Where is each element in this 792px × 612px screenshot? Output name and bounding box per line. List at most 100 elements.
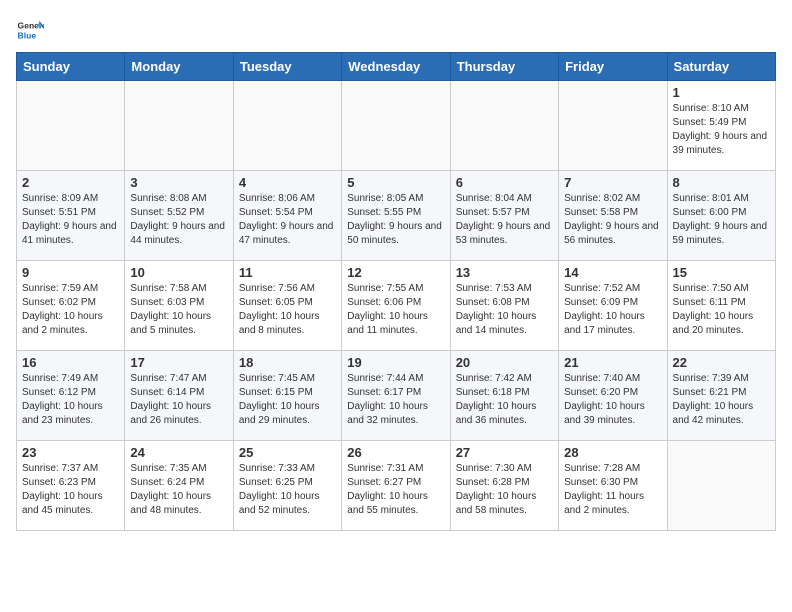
day-number: 12 bbox=[347, 265, 444, 280]
week-row-1: 1 Sunrise: 8:10 AM Sunset: 5:49 PM Daylig… bbox=[17, 81, 776, 171]
calendar-cell: 24Sunrise: 7:35 AM Sunset: 6:24 PM Dayli… bbox=[125, 441, 233, 531]
day-number: 3 bbox=[130, 175, 227, 190]
calendar-cell: 10 Sunrise: 7:58 AM Sunset: 6:03 PM Dayli… bbox=[125, 261, 233, 351]
week-row-3: 9 Sunrise: 7:59 AM Sunset: 6:02 PM Daylig… bbox=[17, 261, 776, 351]
calendar-cell: 27 Sunrise: 7:30 AM Sunset: 6:28 PM Dayli… bbox=[450, 441, 558, 531]
calendar-cell: 25 Sunrise: 7:33 AM Sunset: 6:25 PM Dayli… bbox=[233, 441, 341, 531]
day-info: Sunrise: 8:06 AM Sunset: 5:54 PM Dayligh… bbox=[239, 192, 336, 248]
day-number: 28 bbox=[564, 445, 661, 460]
day-number: 18 bbox=[239, 355, 336, 370]
day-info: Sunrise: 7:44 AM Sunset: 6:17 PM Dayligh… bbox=[347, 372, 444, 428]
day-info: Sunrise: 7:52 AM Sunset: 6:09 PM Dayligh… bbox=[564, 282, 661, 338]
day-number: 1 bbox=[673, 85, 770, 100]
day-number: 7 bbox=[564, 175, 661, 190]
logo: General Blue bbox=[16, 16, 44, 44]
day-number: 26 bbox=[347, 445, 444, 460]
day-header-friday: Friday bbox=[559, 53, 667, 81]
day-number: 9 bbox=[22, 265, 119, 280]
day-info: Sunrise: 7:40 AM Sunset: 6:20 PM Dayligh… bbox=[564, 372, 661, 428]
calendar-cell: 17Sunrise: 7:47 AM Sunset: 6:14 PM Dayli… bbox=[125, 351, 233, 441]
day-info: Sunrise: 7:50 AM Sunset: 6:11 PM Dayligh… bbox=[673, 282, 770, 338]
week-row-4: 16Sunrise: 7:49 AM Sunset: 6:12 PM Dayli… bbox=[17, 351, 776, 441]
day-number: 25 bbox=[239, 445, 336, 460]
calendar-cell bbox=[17, 81, 125, 171]
day-number: 5 bbox=[347, 175, 444, 190]
day-number: 19 bbox=[347, 355, 444, 370]
day-number: 15 bbox=[673, 265, 770, 280]
day-info: Sunrise: 8:09 AM Sunset: 5:51 PM Dayligh… bbox=[22, 192, 119, 248]
calendar-cell bbox=[450, 81, 558, 171]
day-info: Sunrise: 8:10 AM Sunset: 5:49 PM Dayligh… bbox=[673, 102, 770, 158]
day-number: 27 bbox=[456, 445, 553, 460]
day-info: Sunrise: 8:04 AM Sunset: 5:57 PM Dayligh… bbox=[456, 192, 553, 248]
calendar-cell: 4 Sunrise: 8:06 AM Sunset: 5:54 PM Daylig… bbox=[233, 171, 341, 261]
day-number: 11 bbox=[239, 265, 336, 280]
day-number: 23 bbox=[22, 445, 119, 460]
day-header-wednesday: Wednesday bbox=[342, 53, 450, 81]
day-header-tuesday: Tuesday bbox=[233, 53, 341, 81]
day-info: Sunrise: 7:53 AM Sunset: 6:08 PM Dayligh… bbox=[456, 282, 553, 338]
day-info: Sunrise: 7:37 AM Sunset: 6:23 PM Dayligh… bbox=[22, 462, 119, 518]
day-header-thursday: Thursday bbox=[450, 53, 558, 81]
day-number: 16 bbox=[22, 355, 119, 370]
calendar-cell: 21 Sunrise: 7:40 AM Sunset: 6:20 PM Dayli… bbox=[559, 351, 667, 441]
day-number: 6 bbox=[456, 175, 553, 190]
calendar-cell: 23 Sunrise: 7:37 AM Sunset: 6:23 PM Dayli… bbox=[17, 441, 125, 531]
day-number: 4 bbox=[239, 175, 336, 190]
calendar-cell: 3Sunrise: 8:08 AM Sunset: 5:52 PM Daylig… bbox=[125, 171, 233, 261]
day-number: 2 bbox=[22, 175, 119, 190]
calendar-cell bbox=[233, 81, 341, 171]
calendar-cell: 13 Sunrise: 7:53 AM Sunset: 6:08 PM Dayli… bbox=[450, 261, 558, 351]
day-number: 8 bbox=[673, 175, 770, 190]
calendar-cell: 2 Sunrise: 8:09 AM Sunset: 5:51 PM Daylig… bbox=[17, 171, 125, 261]
calendar-table: SundayMondayTuesdayWednesdayThursdayFrid… bbox=[16, 52, 776, 531]
day-info: Sunrise: 7:42 AM Sunset: 6:18 PM Dayligh… bbox=[456, 372, 553, 428]
calendar-cell: 9 Sunrise: 7:59 AM Sunset: 6:02 PM Daylig… bbox=[17, 261, 125, 351]
calendar-cell: 22 Sunrise: 7:39 AM Sunset: 6:21 PM Dayli… bbox=[667, 351, 775, 441]
calendar-cell: 14 Sunrise: 7:52 AM Sunset: 6:09 PM Dayli… bbox=[559, 261, 667, 351]
calendar-body: 1 Sunrise: 8:10 AM Sunset: 5:49 PM Daylig… bbox=[17, 81, 776, 531]
day-info: Sunrise: 7:45 AM Sunset: 6:15 PM Dayligh… bbox=[239, 372, 336, 428]
calendar-cell: 11 Sunrise: 7:56 AM Sunset: 6:05 PM Dayli… bbox=[233, 261, 341, 351]
day-info: Sunrise: 8:05 AM Sunset: 5:55 PM Dayligh… bbox=[347, 192, 444, 248]
day-info: Sunrise: 7:39 AM Sunset: 6:21 PM Dayligh… bbox=[673, 372, 770, 428]
calendar-cell bbox=[125, 81, 233, 171]
day-number: 22 bbox=[673, 355, 770, 370]
calendar-cell: 28 Sunrise: 7:28 AM Sunset: 6:30 PM Dayli… bbox=[559, 441, 667, 531]
week-row-5: 23 Sunrise: 7:37 AM Sunset: 6:23 PM Dayli… bbox=[17, 441, 776, 531]
calendar-cell bbox=[667, 441, 775, 531]
day-header-saturday: Saturday bbox=[667, 53, 775, 81]
day-number: 10 bbox=[130, 265, 227, 280]
logo-icon: General Blue bbox=[16, 16, 44, 44]
calendar-cell: 20 Sunrise: 7:42 AM Sunset: 6:18 PM Dayli… bbox=[450, 351, 558, 441]
header: General Blue bbox=[16, 16, 776, 44]
calendar-cell: 16Sunrise: 7:49 AM Sunset: 6:12 PM Dayli… bbox=[17, 351, 125, 441]
day-info: Sunrise: 7:28 AM Sunset: 6:30 PM Dayligh… bbox=[564, 462, 661, 518]
day-number: 21 bbox=[564, 355, 661, 370]
day-number: 13 bbox=[456, 265, 553, 280]
calendar-cell: 12 Sunrise: 7:55 AM Sunset: 6:06 PM Dayli… bbox=[342, 261, 450, 351]
day-info: Sunrise: 7:55 AM Sunset: 6:06 PM Dayligh… bbox=[347, 282, 444, 338]
calendar-cell: 7 Sunrise: 8:02 AM Sunset: 5:58 PM Daylig… bbox=[559, 171, 667, 261]
day-info: Sunrise: 7:30 AM Sunset: 6:28 PM Dayligh… bbox=[456, 462, 553, 518]
day-info: Sunrise: 7:56 AM Sunset: 6:05 PM Dayligh… bbox=[239, 282, 336, 338]
calendar-cell: 1 Sunrise: 8:10 AM Sunset: 5:49 PM Daylig… bbox=[667, 81, 775, 171]
day-info: Sunrise: 7:33 AM Sunset: 6:25 PM Dayligh… bbox=[239, 462, 336, 518]
day-number: 20 bbox=[456, 355, 553, 370]
day-number: 14 bbox=[564, 265, 661, 280]
calendar-cell: 26 Sunrise: 7:31 AM Sunset: 6:27 PM Dayli… bbox=[342, 441, 450, 531]
day-number: 17 bbox=[130, 355, 227, 370]
day-info: Sunrise: 7:59 AM Sunset: 6:02 PM Dayligh… bbox=[22, 282, 119, 338]
calendar-cell: 5 Sunrise: 8:05 AM Sunset: 5:55 PM Daylig… bbox=[342, 171, 450, 261]
calendar-cell: 6 Sunrise: 8:04 AM Sunset: 5:57 PM Daylig… bbox=[450, 171, 558, 261]
calendar-cell: 18 Sunrise: 7:45 AM Sunset: 6:15 PM Dayli… bbox=[233, 351, 341, 441]
day-header-sunday: Sunday bbox=[17, 53, 125, 81]
calendar-cell bbox=[559, 81, 667, 171]
day-info: Sunrise: 8:01 AM Sunset: 6:00 PM Dayligh… bbox=[673, 192, 770, 248]
day-info: Sunrise: 7:31 AM Sunset: 6:27 PM Dayligh… bbox=[347, 462, 444, 518]
week-row-2: 2 Sunrise: 8:09 AM Sunset: 5:51 PM Daylig… bbox=[17, 171, 776, 261]
day-number: 24 bbox=[130, 445, 227, 460]
day-info: Sunrise: 8:02 AM Sunset: 5:58 PM Dayligh… bbox=[564, 192, 661, 248]
day-info: Sunrise: 7:58 AM Sunset: 6:03 PM Dayligh… bbox=[130, 282, 227, 338]
day-header-monday: Monday bbox=[125, 53, 233, 81]
